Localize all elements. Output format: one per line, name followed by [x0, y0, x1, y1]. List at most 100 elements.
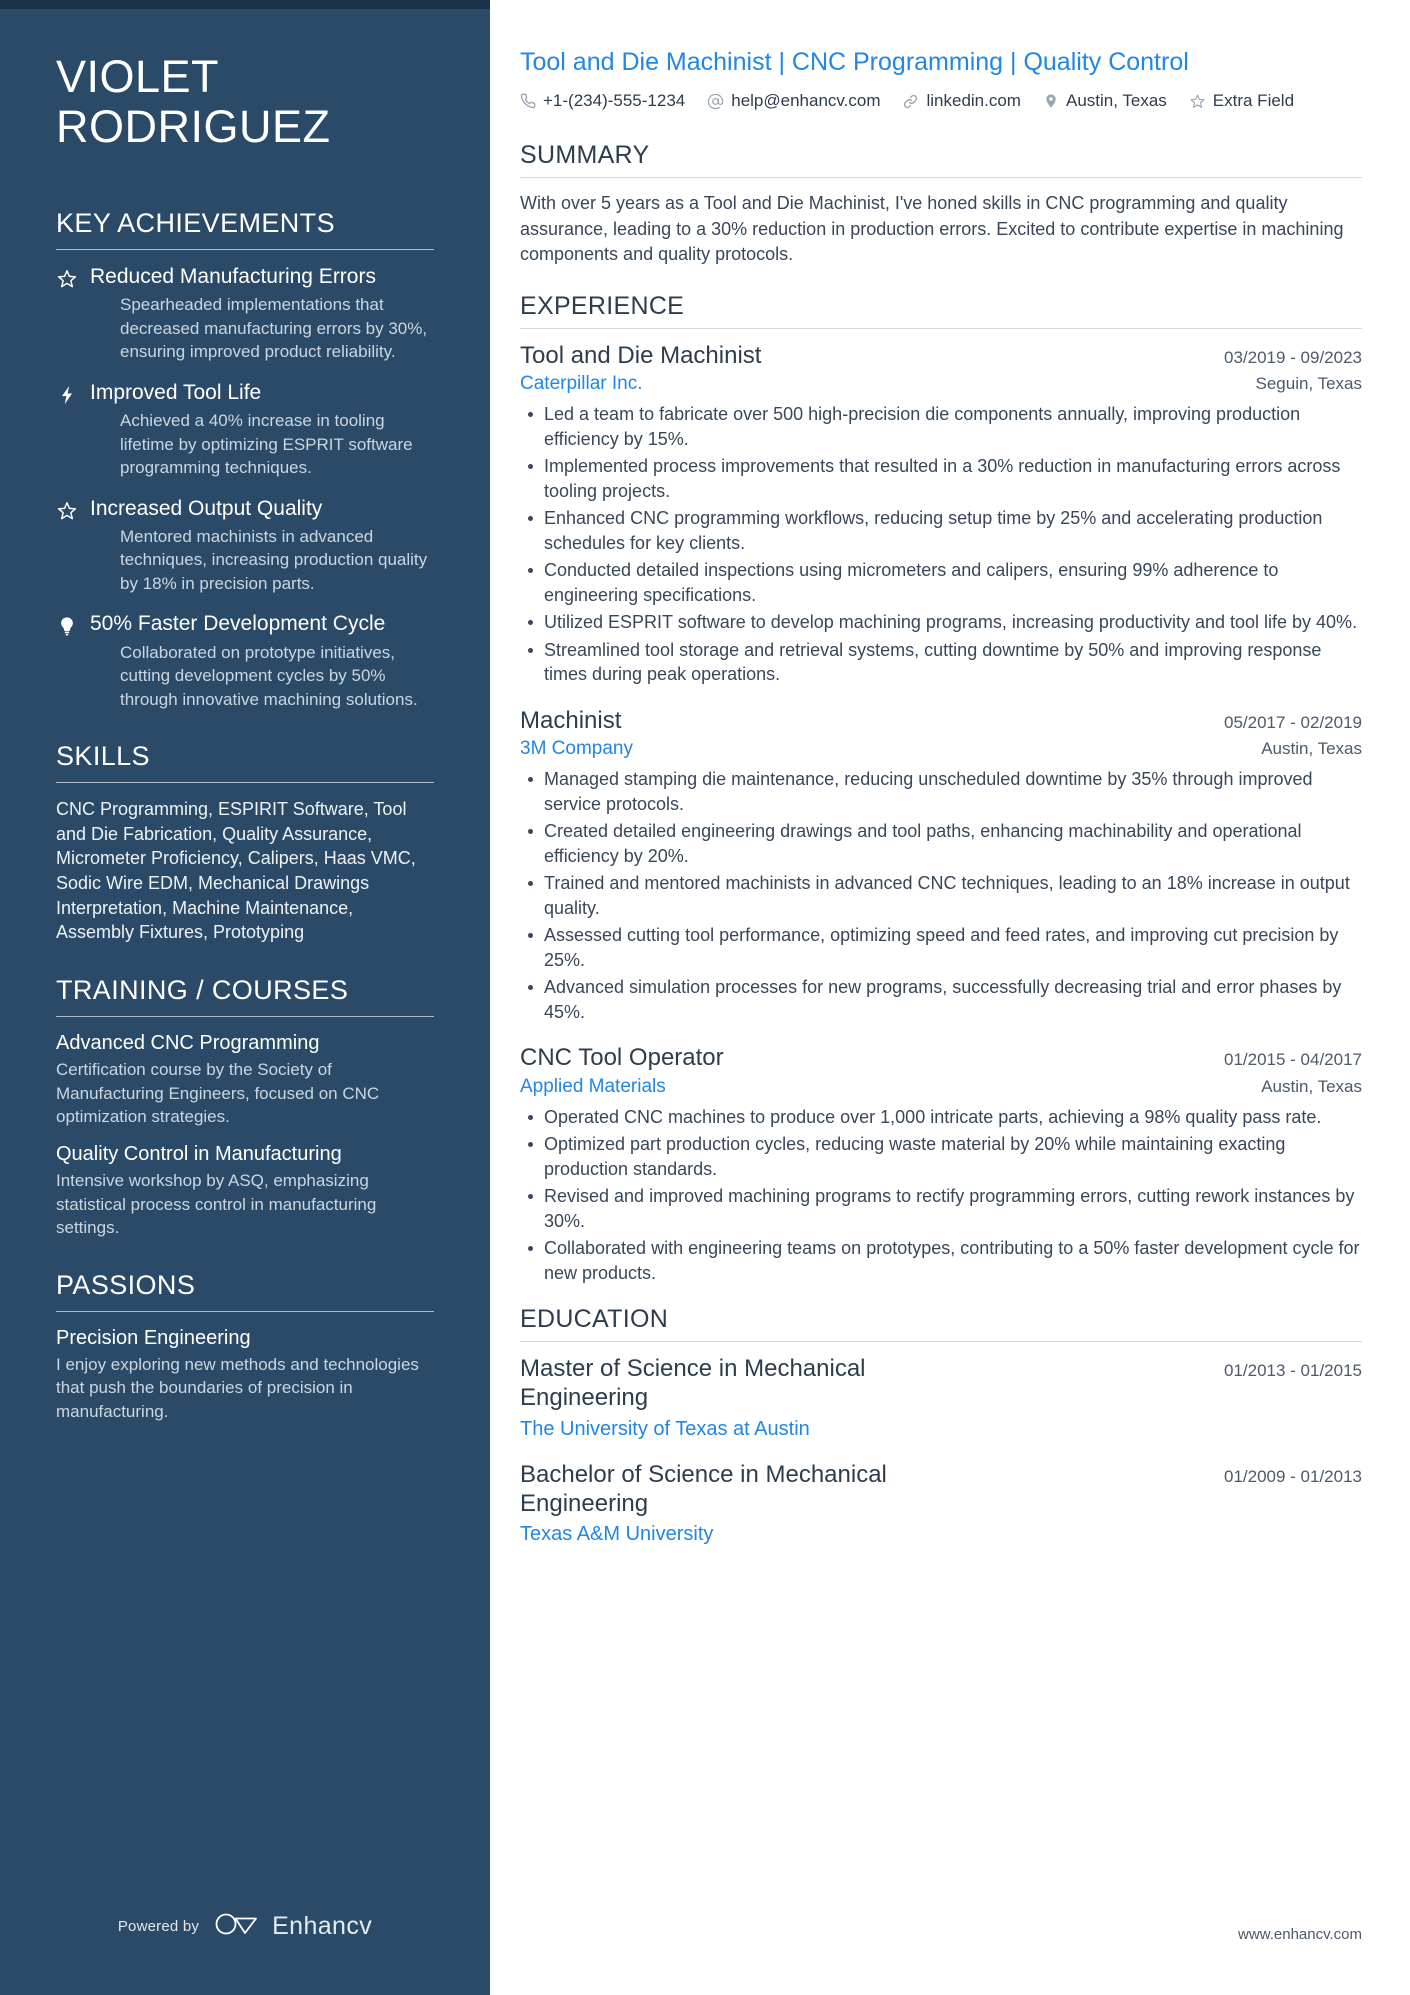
achievement-body: Improved Tool Life Achieved a 40% increa…	[90, 380, 434, 480]
experience-subheader: 3M Company Austin, Texas	[520, 738, 1362, 760]
job-bullet: Advanced simulation processes for new pr…	[520, 975, 1362, 1024]
course-description: Certification course by the Society of M…	[56, 1060, 380, 1126]
achievement-item: 50% Faster Development Cycle Collaborate…	[56, 611, 434, 711]
section-title-summary: SUMMARY	[520, 141, 650, 169]
contact-extra-field-value: Extra Field	[1212, 91, 1295, 110]
job-bullet: Trained and mentored machinists in advan…	[520, 871, 1362, 920]
achievement-description: Mentored machinists in advanced techniqu…	[120, 526, 428, 593]
summary-text: With over 5 years as a Tool and Die Mach…	[520, 193, 1344, 265]
education-school[interactable]: Texas A&M University	[520, 1523, 1362, 1546]
contact-row: +1-(234)-555-1234 help@enhancv.com linke…	[520, 91, 1362, 111]
experience-entry: Tool and Die Machinist 03/2019 - 09/2023…	[520, 342, 1362, 687]
job-company[interactable]: 3M Company	[520, 738, 633, 760]
contact-location[interactable]: Austin, Texas	[1043, 91, 1167, 111]
education-degree: Master of Science in Mechanical Engineer…	[520, 1355, 866, 1411]
divider	[56, 1310, 434, 1312]
job-title: Tool and Die Machinist	[520, 341, 762, 369]
divider	[56, 1016, 434, 1018]
course-description: Intensive workshop by ASQ, emphasizing s…	[56, 1171, 377, 1238]
job-bullets: Managed stamping die maintenance, reduci…	[520, 767, 1362, 1024]
powered-by-label: Powered by	[117, 1918, 200, 1935]
education-degree: Bachelor of Science in Mechanical Engine…	[520, 1460, 887, 1517]
achievement-item: Improved Tool Life Achieved a 40% increa…	[56, 380, 434, 480]
job-bullet: Managed stamping die maintenance, reduci…	[520, 767, 1362, 816]
candidate-name: VIOLET RODRIGUEZ	[56, 0, 434, 178]
achievement-title: Increased Output Quality	[90, 496, 323, 520]
experience-entry: CNC Tool Operator 01/2015 - 04/2017 Appl…	[520, 1044, 1362, 1285]
job-bullet: Revised and improved machining programs …	[520, 1184, 1362, 1233]
section-title-passions: PASSIONS	[56, 1269, 196, 1300]
achievement-title: 50% Faster Development Cycle	[90, 612, 386, 636]
section-summary: SUMMARY With over 5 years as a Tool and …	[520, 141, 1362, 268]
location-pin-icon	[1043, 93, 1059, 109]
achievement-title: Improved Tool Life	[90, 380, 262, 404]
job-title: Machinist	[520, 706, 622, 734]
job-company[interactable]: Caterpillar Inc.	[520, 373, 643, 395]
star-icon	[56, 264, 90, 364]
contact-location-value: Austin, Texas	[1065, 91, 1167, 110]
education-header: Bachelor of Science in Mechanical Engine…	[520, 1461, 1362, 1519]
candidate-last-name: RODRIGUEZ	[56, 100, 331, 152]
job-bullet: Conducted detailed inspections using mic…	[520, 558, 1362, 607]
section-education: EDUCATION Master of Science in Mechanica…	[520, 1305, 1362, 1546]
section-title-training-courses: TRAINING / COURSES	[56, 975, 349, 1006]
section-passions: PASSIONS Precision Engineering I enjoy e…	[56, 1270, 434, 1423]
job-dates: 01/2015 - 04/2017	[1223, 1050, 1362, 1070]
achievement-item: Increased Output Quality Mentored machin…	[56, 496, 434, 596]
contact-email[interactable]: help@enhancv.com	[707, 91, 880, 111]
contact-extra-field[interactable]: Extra Field	[1189, 91, 1294, 111]
divider	[520, 327, 1362, 329]
job-bullets: Led a team to fabricate over 500 high-pr…	[520, 402, 1362, 686]
enhancv-logo: Enhancv	[213, 1910, 372, 1943]
headline: Tool and Die Machinist | CNC Programming…	[520, 48, 1189, 76]
job-dates: 03/2019 - 09/2023	[1223, 347, 1362, 367]
job-bullet: Enhanced CNC programming workflows, redu…	[520, 506, 1362, 555]
education-entry: Bachelor of Science in Mechanical Engine…	[520, 1461, 1362, 1547]
education-school[interactable]: The University of Texas at Austin	[520, 1418, 1362, 1441]
sidebar: VIOLET RODRIGUEZ KEY ACHIEVEMENTS Reduce…	[0, 0, 490, 1995]
resume-page: VIOLET RODRIGUEZ KEY ACHIEVEMENTS Reduce…	[0, 0, 1410, 1995]
sidebar-top-accent-bar	[0, 0, 490, 9]
job-bullet: Implemented process improvements that re…	[520, 454, 1362, 503]
job-bullets: Operated CNC machines to produce over 1,…	[520, 1105, 1362, 1285]
job-bullet: Led a team to fabricate over 500 high-pr…	[520, 402, 1362, 451]
section-skills: SKILLS CNC Programming, ESPIRIT Software…	[56, 741, 434, 945]
passion-description: I enjoy exploring new methods and techno…	[56, 1354, 419, 1421]
experience-header: Machinist 05/2017 - 02/2019	[520, 707, 1362, 736]
passion-title: Precision Engineering	[56, 1326, 251, 1349]
job-bullet: Assessed cutting tool performance, optim…	[520, 923, 1362, 972]
link-icon	[902, 93, 919, 110]
job-company[interactable]: Applied Materials	[520, 1076, 666, 1098]
job-bullet: Operated CNC machines to produce over 1,…	[520, 1105, 1362, 1129]
lightning-bolt-icon	[56, 380, 90, 480]
achievement-description: Collaborated on prototype initiatives, c…	[120, 642, 418, 709]
job-location: Austin, Texas	[1261, 739, 1362, 759]
star-icon	[56, 496, 90, 596]
skills-list: CNC Programming, ESPIRIT Software, Tool …	[56, 799, 416, 943]
footer-url[interactable]: www.enhancv.com	[1238, 1926, 1362, 1943]
job-dates: 05/2017 - 02/2019	[1223, 712, 1362, 732]
experience-subheader: Applied Materials Austin, Texas	[520, 1076, 1362, 1098]
experience-header: CNC Tool Operator 01/2015 - 04/2017	[520, 1044, 1362, 1073]
education-dates: 01/2013 - 01/2015	[1223, 1361, 1362, 1381]
achievement-body: 50% Faster Development Cycle Collaborate…	[90, 611, 434, 711]
enhancv-mark-icon	[213, 1910, 263, 1943]
contact-email-value: help@enhancv.com	[731, 91, 881, 110]
enhancv-wordmark: Enhancv	[272, 1912, 373, 1940]
course-title: Advanced CNC Programming	[56, 1032, 320, 1055]
lightbulb-icon	[56, 611, 90, 711]
contact-phone-value: +1-(234)-555-1234	[543, 91, 686, 110]
job-title: CNC Tool Operator	[520, 1044, 724, 1072]
contact-phone[interactable]: +1-(234)-555-1234	[520, 91, 685, 111]
divider	[520, 177, 1362, 178]
education-entry: Master of Science in Mechanical Engineer…	[520, 1355, 1362, 1441]
contact-linkedin[interactable]: linkedin.com	[902, 91, 1021, 111]
main-content: Tool and Die Machinist | CNC Programming…	[490, 0, 1410, 1995]
job-bullet: Collaborated with engineering teams on p…	[520, 1236, 1362, 1285]
section-key-achievements: KEY ACHIEVEMENTS Reduced Manufacturing E…	[56, 208, 434, 711]
divider	[520, 1341, 1362, 1343]
achievement-description: Spearheaded implementations that decreas…	[120, 295, 428, 362]
achievement-body: Reduced Manufacturing Errors Spearheaded…	[90, 264, 434, 364]
experience-subheader: Caterpillar Inc. Seguin, Texas	[520, 373, 1362, 395]
job-bullet: Created detailed engineering drawings an…	[520, 819, 1362, 868]
